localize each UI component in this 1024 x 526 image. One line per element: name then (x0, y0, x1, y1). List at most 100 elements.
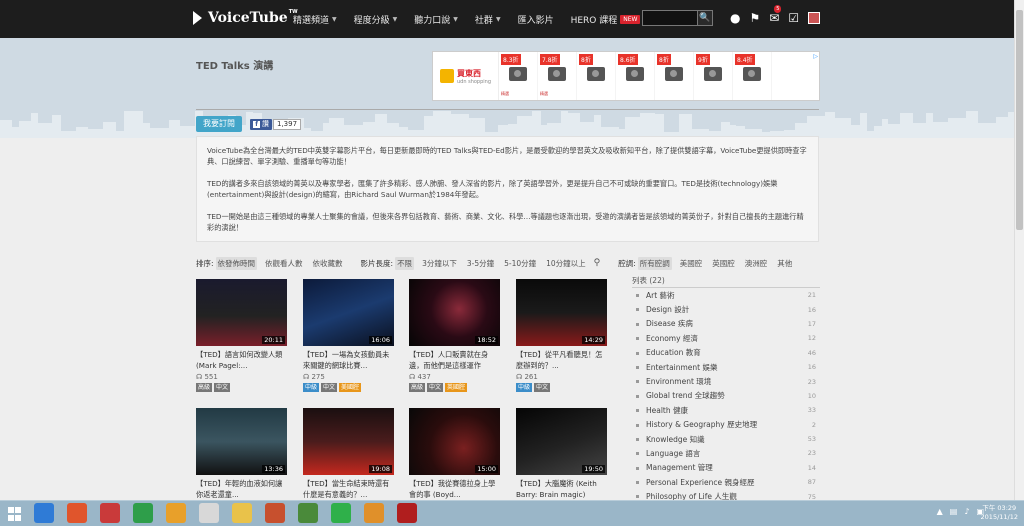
video-thumbnail[interactable]: 19:08 (303, 408, 394, 475)
video-title[interactable]: 【TED】當生命結束時還有什麼是有意義的？... (303, 478, 394, 500)
category-item[interactable]: Language 語言 23 (632, 446, 820, 460)
volume-icon[interactable]: ♪ (964, 507, 969, 516)
video-title[interactable]: 【TED】大腦魔術 (Keith Barry: Brain magic) (516, 478, 607, 500)
video-card[interactable]: 18:52 【TED】人口販賣就在身邊，而他們是這樣運作 ☊ 437 高級 中文… (409, 279, 500, 392)
clock[interactable]: 下午 03:29 2015/11/12 (981, 504, 1018, 522)
logo[interactable]: VoiceTube TW (193, 8, 298, 28)
file-explorer-icon[interactable] (232, 503, 252, 523)
video-title[interactable]: 【TED】語言如何改變人類 (Mark Pagel:... (196, 349, 287, 371)
ad-product[interactable]: 8折 (577, 52, 616, 100)
subtitle-tag[interactable]: 中文 (534, 383, 551, 392)
app-icon[interactable] (67, 503, 87, 523)
level-tag[interactable]: 中級 (516, 383, 533, 392)
level-tag[interactable]: 高級 (409, 383, 426, 392)
app-icon[interactable] (100, 503, 120, 523)
accent-option-all[interactable]: 所有腔調 (637, 256, 672, 270)
nav-levels[interactable]: 程度分級 ▼ (354, 13, 398, 26)
nav-featured-channels[interactable]: 精選頻道 ▼ (293, 13, 337, 26)
chrome-browser-icon[interactable] (199, 503, 219, 523)
accent-tag[interactable]: 美國腔 (339, 383, 362, 392)
video-title[interactable]: 【TED】從平凡看聽見！怎麼辦到的？... (516, 349, 607, 371)
length-option-3-5[interactable]: 3-5分鐘 (465, 257, 496, 270)
category-item[interactable]: Entertainment 娛樂 16 (632, 360, 820, 374)
accent-tag[interactable]: 英國腔 (445, 383, 468, 392)
filter-search-icon[interactable]: ⚲ (594, 258, 601, 268)
subtitle-tag[interactable]: 中文 (214, 383, 231, 392)
accent-option-us[interactable]: 美國腔 (678, 257, 705, 270)
scrollbar-thumb[interactable] (1016, 10, 1023, 230)
ad-product[interactable]: 7.8折 精選 (538, 52, 577, 100)
video-thumbnail[interactable]: 13:36 (196, 408, 287, 475)
checkbox-icon[interactable]: ☑ (788, 10, 799, 26)
search-input[interactable] (642, 10, 698, 26)
video-thumbnail[interactable]: 15:00 (409, 408, 500, 475)
page-scrollbar[interactable] (1014, 0, 1024, 500)
sort-option-favorites[interactable]: 依收藏數 (311, 257, 345, 270)
app-icon[interactable] (265, 503, 285, 523)
subtitle-tag[interactable]: 中文 (427, 383, 444, 392)
video-card[interactable]: 13:36 【TED】年輕的血液如何讓你返老還童... (196, 408, 287, 500)
video-title[interactable]: 【TED】人口販賣就在身邊，而他們是這樣運作 (409, 349, 500, 371)
media-player-icon[interactable] (364, 503, 384, 523)
video-thumbnail[interactable]: 20:11 (196, 279, 287, 346)
sort-option-views[interactable]: 依觀看人數 (263, 257, 305, 270)
category-item[interactable]: Management 管理 14 (632, 461, 820, 475)
video-thumbnail[interactable]: 19:50 (516, 408, 607, 475)
category-item[interactable]: Economy 經濟 12 (632, 331, 820, 345)
level-tag[interactable]: 高級 (196, 383, 213, 392)
mail-icon[interactable]: ✉ 5 (769, 5, 782, 26)
category-item[interactable]: Environment 環境 23 (632, 374, 820, 388)
video-card[interactable]: 15:00 【TED】我從賽德拉身上學會的事 (Boyd... (409, 408, 500, 500)
windows-start-icon[interactable] (8, 507, 22, 521)
video-title[interactable]: 【TED】我從賽德拉身上學會的事 (Boyd... (409, 478, 500, 500)
ad-product[interactable]: 8.4折 (733, 52, 772, 100)
download-app-icon[interactable] (133, 503, 153, 523)
length-option-any[interactable]: 不限 (395, 256, 415, 270)
nav-community[interactable]: 社群 ▼ (475, 13, 501, 26)
nav-hero-course[interactable]: HERO 課程 NEW (571, 13, 641, 26)
avatar[interactable] (808, 12, 821, 24)
category-item[interactable]: Art 藝術 21 (632, 288, 820, 302)
category-item[interactable]: Knowledge 知識 53 (632, 432, 820, 446)
ie-browser-icon[interactable] (34, 503, 54, 523)
length-option-5-10[interactable]: 5-10分鐘 (502, 257, 538, 270)
app-icon[interactable] (298, 503, 318, 523)
category-item[interactable]: Education 教育 46 (632, 346, 820, 360)
nav-listening-speaking[interactable]: 聽力口說 ▼ (414, 13, 458, 26)
category-item[interactable]: Personal Experience 親身經歷 87 (632, 475, 820, 489)
video-thumbnail[interactable]: 14:29 (516, 279, 607, 346)
length-option-over-10[interactable]: 10分鐘以上 (544, 257, 588, 270)
length-option-under-3[interactable]: 3分鐘以下 (420, 257, 459, 270)
video-card[interactable]: 19:50 【TED】大腦魔術 (Keith Barry: Brain magi… (516, 408, 607, 500)
tray-arrow-icon[interactable]: ▲ (937, 507, 943, 516)
user-icon[interactable]: ● (730, 10, 740, 26)
line-chat-icon[interactable] (331, 503, 351, 523)
video-title[interactable]: 【TED】年輕的血液如何讓你返老還童... (196, 478, 287, 500)
video-card[interactable]: 19:08 【TED】當生命結束時還有什麼是有意義的？... (303, 408, 394, 500)
level-tag[interactable]: 中級 (303, 383, 320, 392)
search-button[interactable]: 🔍 (698, 10, 713, 26)
nav-import-video[interactable]: 匯入影片 (518, 13, 554, 26)
video-title[interactable]: 【TED】一場為女孩動員未來關鍵的網球比賽... (303, 349, 394, 371)
app-icon[interactable] (166, 503, 186, 523)
ad-choices-icon[interactable]: ▷ (813, 53, 818, 60)
facebook-like-button[interactable]: f讚 (250, 119, 272, 130)
ad-product[interactable]: 9折 (694, 52, 733, 100)
subscribe-button[interactable]: 我要訂閱 (196, 116, 242, 132)
subtitle-tag[interactable]: 中文 (321, 383, 338, 392)
category-item[interactable]: Disease 疾病 17 (632, 317, 820, 331)
category-item[interactable]: Global trend 全球趨勢 10 (632, 389, 820, 403)
category-item[interactable]: Health 健康 33 (632, 403, 820, 417)
sort-option-date[interactable]: 依發佈時間 (215, 256, 258, 270)
video-thumbnail[interactable]: 16:06 (303, 279, 394, 346)
video-thumbnail[interactable]: 18:52 (409, 279, 500, 346)
accent-option-other[interactable]: 其他 (775, 257, 794, 270)
video-card[interactable]: 16:06 【TED】一場為女孩動員未來關鍵的網球比賽... ☊ 275 中級 … (303, 279, 394, 392)
ad-product[interactable]: 8.6折 (616, 52, 655, 100)
accent-option-uk[interactable]: 英國腔 (710, 257, 737, 270)
ad-banner[interactable]: 買東西 udn shopping 8.3折 精選 7.8折 精選 8折 8.6折 8… (432, 51, 820, 101)
video-card[interactable]: 20:11 【TED】語言如何改變人類 (Mark Pagel:... ☊ 55… (196, 279, 287, 392)
video-card[interactable]: 14:29 【TED】從平凡看聽見！怎麼辦到的？... ☊ 261 中級 中文 (516, 279, 607, 392)
flag-icon[interactable]: ⚑ (749, 10, 760, 26)
ad-product[interactable]: 8.3折 精選 (499, 52, 538, 100)
